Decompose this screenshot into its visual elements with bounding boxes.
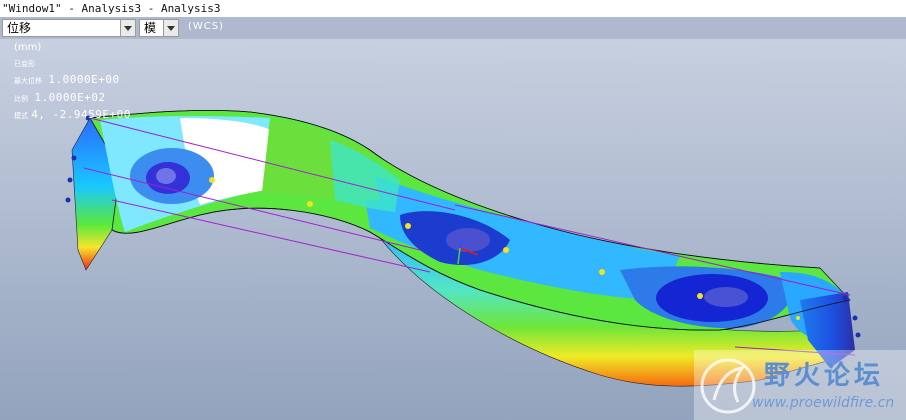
watermark-url: www.proewildfire.cn xyxy=(752,395,895,411)
coordinate-system-label: (WCS) xyxy=(188,21,225,32)
legend-units: (mm) xyxy=(14,42,42,53)
chevron-down-icon[interactable] xyxy=(163,20,178,36)
legend-mode: 模式 4, -2.9459E+00 xyxy=(14,108,131,121)
quantity-select-value: 位移 xyxy=(7,21,32,35)
chevron-down-icon[interactable] xyxy=(120,20,135,36)
mode-select[interactable]: 模 xyxy=(139,19,179,37)
legend-scale: 比例 1.0000E+02 xyxy=(14,90,106,104)
window-title-bar: "Window1" - Analysis3 - Analysis3 xyxy=(0,0,906,17)
window-title: "Window1" - Analysis3 - Analysis3 xyxy=(2,2,221,15)
quantity-select[interactable]: 位移 xyxy=(2,19,136,37)
legend-deformed: 已变形 xyxy=(14,59,35,68)
watermark-text: 野火论坛 xyxy=(764,361,885,391)
legend-max-displacement: 最大位移 1.0000E+00 xyxy=(14,73,120,86)
result-toolbar: 位移 模 xyxy=(0,17,906,39)
result-legend: (mm) 已变形 最大位移 1.0000E+00 比例 1.0000E+02 模… xyxy=(14,40,131,125)
mode-select-value: 模 xyxy=(144,21,157,35)
